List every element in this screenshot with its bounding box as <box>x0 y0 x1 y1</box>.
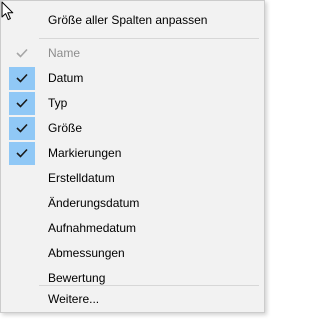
check-box <box>9 92 35 115</box>
menu-item-label: Größe aller Spalten anpassen <box>48 13 208 27</box>
menu-item-more-columns[interactable]: Weitere... <box>1 287 264 312</box>
menu-item-column-abmessungen[interactable]: Abmessungen <box>1 241 264 266</box>
column-context-menu: Größe aller Spalten anpassen Name Datum … <box>0 0 265 313</box>
checkmark-icon <box>16 148 28 158</box>
menu-separator <box>39 38 259 39</box>
menu-item-label: Typ <box>48 96 68 110</box>
menu-item-column-name: Name <box>1 41 264 66</box>
menu-item-label: Aufnahmedatum <box>48 221 137 235</box>
menu-item-label: Änderungsdatum <box>48 196 140 210</box>
mouse-pointer-icon <box>1 1 14 21</box>
check-box <box>9 67 35 90</box>
check-box <box>9 117 35 140</box>
menu-item-label: Datum <box>48 71 84 85</box>
checkmark-icon <box>16 48 28 58</box>
checkmark-icon <box>16 73 28 83</box>
checkmark-icon <box>16 98 28 108</box>
check-box <box>9 142 35 165</box>
menu-item-label: Weitere... <box>48 292 100 306</box>
menu-item-label: Größe <box>48 121 83 135</box>
menu-item-autosize-columns[interactable]: Größe aller Spalten anpassen <box>1 8 264 33</box>
menu-item-column-groesse[interactable]: Größe <box>1 116 264 141</box>
menu-item-column-typ[interactable]: Typ <box>1 91 264 116</box>
menu-item-column-aufnahmedatum[interactable]: Aufnahmedatum <box>1 216 264 241</box>
check-box <box>9 42 35 65</box>
menu-item-column-aenderungsdatum[interactable]: Änderungsdatum <box>1 191 264 216</box>
menu-item-label: Erstelldatum <box>48 171 115 185</box>
menu-item-column-markierungen[interactable]: Markierungen <box>1 141 264 166</box>
menu-item-label: Abmessungen <box>48 246 125 260</box>
menu-item-label: Name <box>48 46 81 60</box>
menu-item-label: Markierungen <box>48 146 122 160</box>
menu-item-column-erstelldatum[interactable]: Erstelldatum <box>1 166 264 191</box>
menu-item-column-datum[interactable]: Datum <box>1 66 264 91</box>
menu-separator <box>39 285 259 286</box>
checkmark-icon <box>16 123 28 133</box>
